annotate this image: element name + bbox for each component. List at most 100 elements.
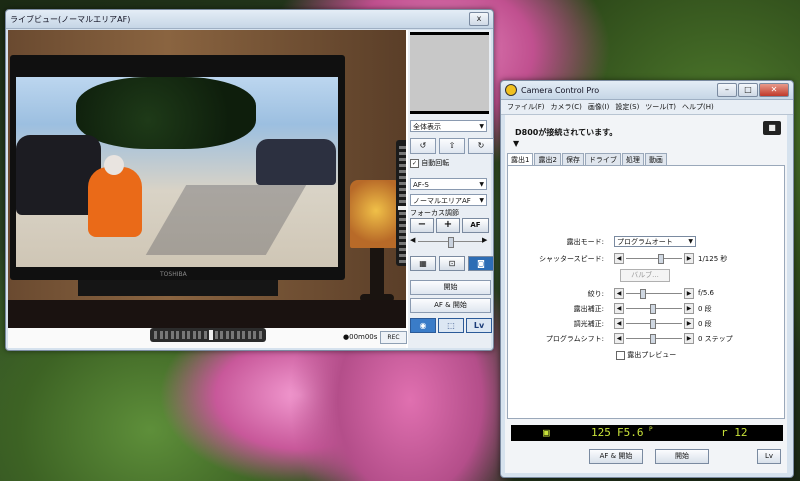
arrow-right-icon[interactable]: ▶ [684,288,694,299]
slider-tick [176,331,179,339]
rec-button[interactable]: REC [380,331,407,344]
arrow-left-icon[interactable]: ◀ [614,318,624,329]
start-button[interactable]: 開始 [655,449,709,464]
slider-tick [236,331,240,339]
ccp-title: Camera Control Pro [521,85,600,95]
expand-arrow-icon[interactable]: ▼ [513,139,519,148]
slider-tick [247,331,251,339]
af-mode-select[interactable]: AF-S ▼ [410,178,487,190]
lv-button[interactable]: Lv [466,318,492,333]
exposure-preview-checkbox[interactable]: 露出プレビュー [616,350,676,360]
exposure-panel: 露出モード: プログラムオート ▼ シャッタースピード: ◀ ▶ 1/125 秒 バ… [507,165,785,419]
menu-image[interactable]: 画像(I) [588,102,610,112]
menu-tools[interactable]: ツール(T) [645,102,676,112]
ccp-window: Camera Control Pro – □ ✕ ファイル(F) カメラ(C) … [500,80,794,478]
arrow-right-icon[interactable]: ▶ [482,236,487,244]
slider-tick [203,331,207,339]
menu-file[interactable]: ファイル(F) [507,102,545,112]
ccp-titlebar[interactable]: Camera Control Pro – □ ✕ [501,81,793,100]
focus-minus-button[interactable]: − [410,218,434,233]
arrow-right-icon[interactable]: ▶ [684,333,694,344]
camera-icon[interactable]: ◉ [410,318,436,333]
menubar: ファイル(F) カメラ(C) 画像(I) 設定(S) ツール(T) ヘルプ(H) [501,100,793,115]
lv-button[interactable]: Lv [757,449,781,464]
connection-status: D800が接続されています。 [515,128,618,137]
slider-tick [399,254,406,257]
arrow-right-icon[interactable]: ▶ [684,303,694,314]
slider-tick [220,331,223,339]
menu-camera[interactable]: カメラ(C) [551,102,582,112]
arrow-left-icon[interactable]: ◀ [410,236,415,244]
grid-icon[interactable]: ▦ [410,256,436,271]
af-start-button[interactable]: AF & 開始 [589,449,643,464]
slider-tick [399,230,406,233]
close-button[interactable]: x [469,12,489,26]
arrow-right-icon[interactable]: ▶ [684,253,694,264]
liveview-titlebar[interactable]: ライブビュー(ノーマルエリアAF) x [6,10,493,29]
aperture-row: 絞り: ◀ ▶ f/5.6 [587,288,714,299]
slider-tick [399,194,406,197]
tv-frame: TOSHIBA [10,55,345,280]
menu-help[interactable]: ヘルプ(H) [682,102,714,112]
arrow-left-icon[interactable]: ◀ [614,253,624,264]
close-icon[interactable]: ✕ [759,83,789,97]
arrow-left-icon[interactable]: ◀ [614,303,624,314]
liveview-body: TOSHIBA ●00m00s REC 全体表示 ▼ ↺ ⇧ ↻ ✓ 自動回転 … [8,30,494,348]
slider-tick [399,152,406,155]
focus-plus-button[interactable]: + [436,218,460,233]
slider-tick [399,218,406,221]
af-start-button[interactable]: AF & 開始 [410,298,491,313]
slider-tick [159,331,163,339]
liveview-image[interactable]: TOSHIBA [8,30,406,328]
slider-tick [181,331,185,339]
slider-tick [258,331,262,339]
arrow-right-icon[interactable]: ▶ [684,318,694,329]
slider-tick [399,182,406,185]
zoom-slider[interactable] [396,140,406,266]
focus-step-slider[interactable]: ◀ ▶ [410,236,489,248]
af-area-select[interactable]: ノーマルエリアAF ▼ [410,194,487,206]
menu-settings[interactable]: 設定(S) [615,102,639,112]
rotate-left-icon[interactable]: ↺ [410,138,436,154]
exp-comp-row: 露出補正: ◀ ▶ 0 段 [573,303,712,314]
frame-icon[interactable]: ⊡ [439,256,465,271]
camera-icon: ■ [763,121,781,135]
arrow-left-icon[interactable]: ◀ [614,288,624,299]
upload-icon[interactable]: ⇧ [439,138,465,154]
auto-rotate-checkbox[interactable]: ✓ 自動回転 [410,158,449,168]
chevron-down-icon: ▼ [688,238,693,245]
shutter-slider[interactable]: ◀ ▶ [614,253,694,264]
slider-tick [187,331,190,339]
flash-comp-row: 調光補正: ◀ ▶ 0 段 [573,318,712,329]
start-button[interactable]: 開始 [410,280,491,295]
exposure-mode-select[interactable]: プログラムオート ▼ [614,236,696,247]
slider-tick [399,236,406,239]
record-timer: ●00m00s [343,333,378,341]
slider-tick [231,331,234,339]
control-panel-lcd: ▣ 125 F5.6 P r 12 [511,425,783,441]
maximize-icon[interactable]: □ [738,83,758,97]
slider-tick [214,331,218,339]
slider-thumb [398,206,406,210]
minimize-icon[interactable]: – [717,83,737,97]
ccp-body: D800が接続されています。 ▼ ■ 露出1 露出2 保存 ドライブ 処理 動画… [505,115,787,473]
rotate-right-icon[interactable]: ↻ [468,138,494,154]
app-icon [505,84,517,96]
aperture-slider[interactable]: ◀ ▶ [614,288,694,299]
slider-tick [399,242,406,245]
slider-tick [399,164,406,167]
arrow-left-icon[interactable]: ◀ [614,333,624,344]
slider-tick [399,146,406,149]
slider-thumb [209,330,213,340]
display-mode-select[interactable]: 全体表示 ▼ [410,120,487,132]
program-shift-slider[interactable]: ◀ ▶ [614,333,694,344]
position-slider[interactable] [150,328,266,342]
capture-frame-icon[interactable]: ⬚ [438,318,464,333]
slider-tick [399,176,406,179]
flash-comp-slider[interactable]: ◀ ▶ [614,318,694,329]
slider-tick [399,170,406,173]
exp-comp-slider[interactable]: ◀ ▶ [614,303,694,314]
camera-view-icon[interactable]: ◙ [468,256,494,271]
slider-tick [399,158,406,161]
af-button[interactable]: AF [462,218,489,233]
